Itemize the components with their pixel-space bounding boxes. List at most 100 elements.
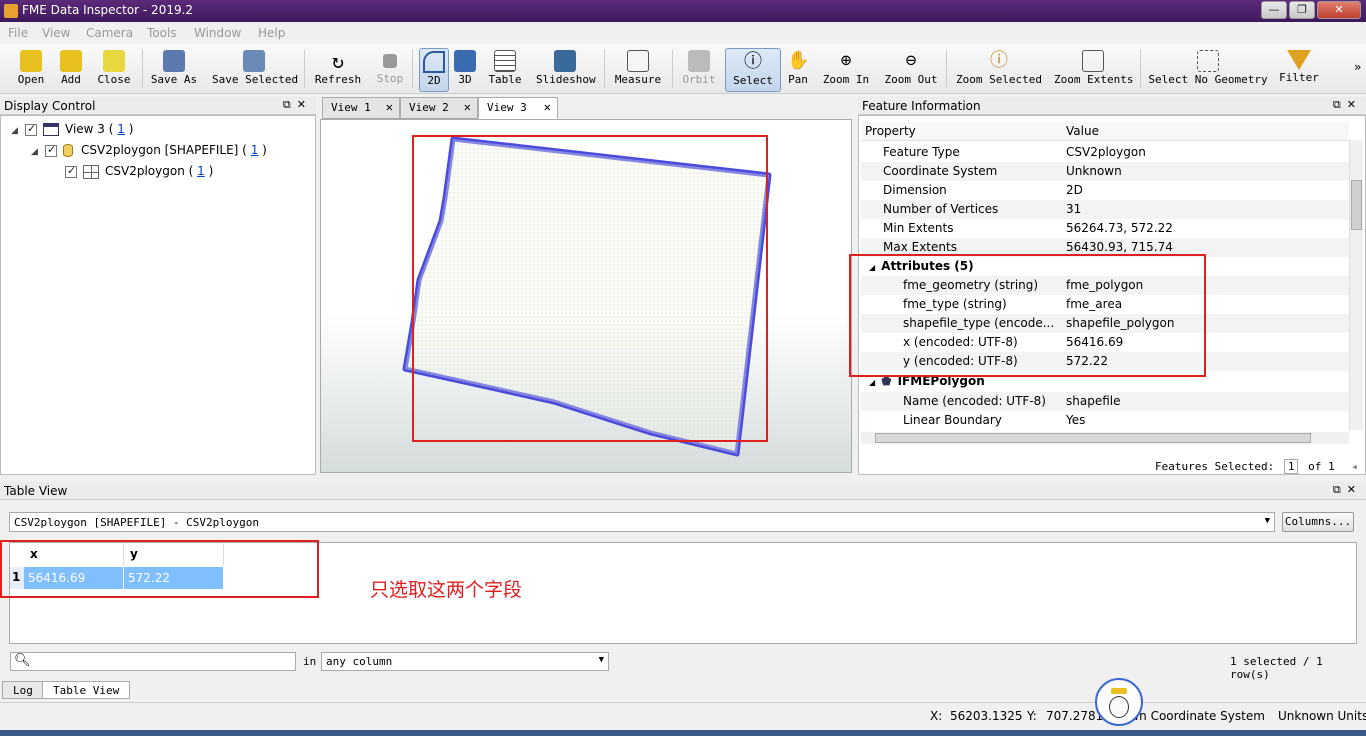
collapse-arrow-icon[interactable]: ◢ (869, 263, 875, 272)
os-taskbar (0, 730, 1366, 736)
annotation-text: 只选取这两个字段 (370, 579, 523, 601)
columns-button[interactable]: Columns... (1282, 512, 1354, 532)
polygon-row[interactable]: Linear Boundary Yes (861, 411, 1349, 430)
tab-table-view[interactable]: Table View (42, 681, 131, 699)
feature-info-horizontal-scrollbar[interactable] (861, 432, 1349, 444)
zoom-in-button[interactable]: ⊕ Zoom In (822, 48, 870, 92)
attribute-row[interactable]: shapefile_type (encode... shapefile_polyg… (861, 314, 1349, 333)
scrollbar-thumb[interactable] (1351, 180, 1362, 230)
3d-view-button[interactable]: 3D (452, 48, 478, 92)
pan-button[interactable]: ✋ Pan (784, 48, 812, 92)
previous-feature-icon[interactable]: ◂ (1351, 460, 1358, 473)
close-window-button[interactable]: ✕ (1317, 1, 1361, 19)
feature-info-row[interactable]: Coordinate System Unknown (861, 162, 1349, 181)
minimize-button[interactable]: — (1261, 1, 1287, 19)
view-checkbox[interactable] (25, 122, 37, 136)
measure-button[interactable]: Measure (614, 48, 662, 92)
toolbar-separator (672, 50, 673, 88)
menu-view[interactable]: View (42, 26, 70, 40)
orbit-button[interactable]: Orbit (680, 48, 718, 92)
collapse-arrow-icon[interactable]: ◢ (869, 378, 875, 387)
open-button[interactable]: Open (14, 48, 48, 92)
polygon-grid-icon (83, 164, 99, 179)
tree-featuretype[interactable]: CSV2ploygon ( 1 ) (65, 164, 213, 184)
column-header-x[interactable]: x (24, 543, 124, 565)
scrollbar-thumb[interactable] (875, 433, 1311, 443)
attribute-row[interactable]: fme_type (string) fme_area (861, 295, 1349, 314)
table-source-dropdown[interactable]: CSV2ploygon [SHAPEFILE] - CSV2ploygon ▼ (9, 512, 1275, 532)
panel-float-close-icons[interactable]: ⧉✕ (1333, 483, 1362, 497)
panel-float-close-icons[interactable]: ⧉✕ (283, 98, 312, 112)
dataset-checkbox[interactable] (45, 143, 57, 157)
orbit-icon (688, 50, 710, 72)
2d-view-button[interactable]: 2D (419, 48, 449, 92)
hand-icon: ✋ (787, 50, 810, 71)
zoom-out-button[interactable]: ⊖ Zoom Out (884, 48, 938, 92)
map-canvas[interactable] (320, 119, 852, 473)
no-geometry-icon (1197, 50, 1219, 72)
folder-close-icon (103, 50, 125, 72)
tree-dataset[interactable]: ◢CSV2ploygon [SHAPEFILE] ( 1 ) (31, 143, 267, 163)
zoom-extents-button[interactable]: Zoom Extents (1054, 48, 1133, 92)
funnel-icon (1287, 50, 1311, 70)
feature-info-vertical-scrollbar[interactable] (1349, 140, 1363, 430)
close-tab-icon[interactable]: ✕ (386, 100, 393, 114)
filter-button[interactable]: Filter (1276, 48, 1322, 92)
assistant-avatar[interactable] (1095, 678, 1143, 726)
polygon-group-row[interactable]: ◢ ⬟ IFMEPolygon (861, 372, 1349, 391)
column-header-y[interactable]: y (124, 543, 224, 565)
attribute-row[interactable]: fme_geometry (string) fme_polygon (861, 276, 1349, 295)
row-index[interactable]: 1 (10, 567, 24, 589)
attribute-row-x[interactable]: x (encoded: UTF-8) 56416.69 (861, 333, 1349, 352)
save-as-button[interactable]: Save As (150, 48, 198, 92)
feature-info-row[interactable]: Min Extents 56264.73, 572.22 (861, 219, 1349, 238)
database-icon (63, 144, 73, 157)
panel-float-close-icons[interactable]: ⧉✕ (1333, 98, 1362, 112)
tab-view-2[interactable]: View 2 ✕ (400, 97, 478, 119)
menu-tools[interactable]: Tools (147, 26, 177, 40)
save-selected-button[interactable]: Save Selected (212, 48, 298, 92)
add-button[interactable]: Add (56, 48, 86, 92)
slideshow-button[interactable]: Slideshow (536, 48, 596, 92)
table-cell-y[interactable]: 572.22 (124, 567, 224, 589)
close-button[interactable]: Close (96, 48, 132, 92)
menu-window[interactable]: Window (194, 26, 241, 40)
select-no-geometry-button[interactable]: Select No Geometry (1148, 48, 1268, 92)
search-input[interactable]: 🔍︎ (10, 652, 296, 671)
feature-info-row[interactable]: Number of Vertices 31 (861, 200, 1349, 219)
maximize-button[interactable]: ❐ (1289, 1, 1315, 19)
menu-help[interactable]: Help (258, 26, 285, 40)
feature-info-row[interactable]: Feature Type CSV2ploygon (861, 143, 1349, 162)
features-selected-field[interactable]: 1 (1283, 459, 1299, 474)
expand-arrow-icon[interactable]: ◢ (11, 126, 21, 136)
feature-info-row[interactable]: Max Extents 56430.93, 715.74 (861, 238, 1349, 257)
menu-camera[interactable]: Camera (86, 26, 133, 40)
face-icon (1109, 696, 1129, 718)
refresh-button[interactable]: ↻ Refresh (314, 48, 362, 92)
feature-info-row[interactable]: Dimension 2D (861, 181, 1349, 200)
stop-button[interactable]: Stop (374, 48, 406, 92)
select-button[interactable]: ⓘ Select (725, 48, 781, 92)
toolbar-overflow-button[interactable]: » (1354, 60, 1361, 74)
zoom-selected-button[interactable]: ⓘ Zoom Selected (954, 48, 1044, 92)
tab-view-1[interactable]: View 1 ✕ (322, 97, 400, 119)
table-cell-x[interactable]: 56416.69 (24, 567, 124, 589)
slideshow-icon (554, 50, 576, 72)
featuretype-checkbox[interactable] (65, 164, 77, 178)
attribute-row-y[interactable]: y (encoded: UTF-8) 572.22 (861, 352, 1349, 371)
display-control-title: Display Control (4, 99, 96, 113)
menu-file[interactable]: File (8, 26, 28, 40)
polygon-row[interactable]: Name (encoded: UTF-8) shapefile (861, 392, 1349, 411)
polygon-icon: ⬟ (881, 374, 892, 388)
table-button[interactable]: Table (486, 48, 524, 92)
dropdown-arrow-icon: ▼ (1264, 516, 1270, 526)
tab-log[interactable]: Log (2, 681, 44, 699)
tab-view-3[interactable]: View 3 ✕ (478, 97, 558, 119)
column-filter-dropdown[interactable]: any column ▼ (321, 652, 609, 671)
attributes-group-row[interactable]: ◢ Attributes (5) (861, 257, 1349, 276)
tree-view-3[interactable]: ◢View 3 ( 1 ) (11, 122, 133, 142)
toolbar: Open Add Close Save As Save Selected ↻ Re… (0, 44, 1366, 94)
expand-arrow-icon[interactable]: ◢ (31, 147, 41, 157)
close-tab-icon[interactable]: ✕ (544, 100, 551, 114)
close-tab-icon[interactable]: ✕ (464, 100, 471, 114)
